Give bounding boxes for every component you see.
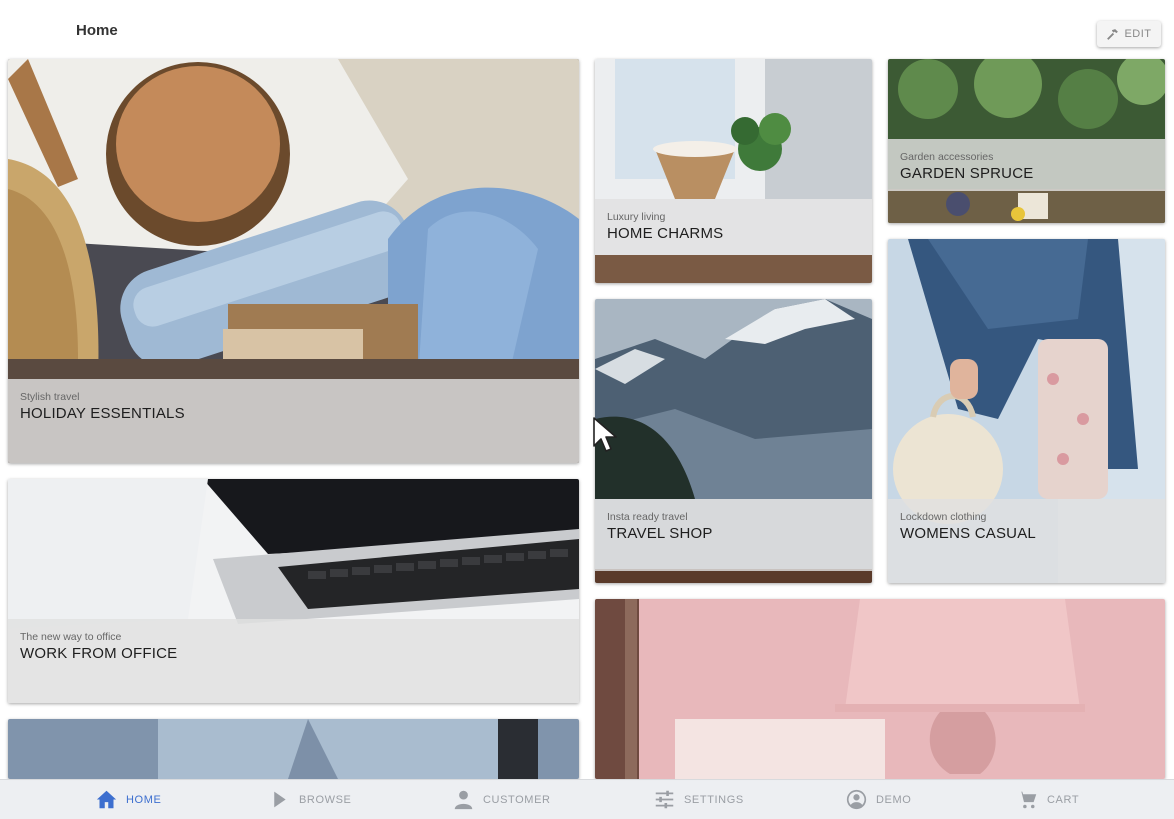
tile-work-from-office[interactable]: The new way to office WORK FROM OFFICE [8, 479, 579, 703]
play-icon [274, 791, 286, 808]
page-title: Home [76, 22, 118, 39]
tile-title: WORK FROM OFFICE [20, 645, 178, 662]
mouse-cursor-icon [593, 417, 617, 452]
tile-subtitle: Luxury living [607, 211, 666, 223]
tile-holiday-essentials[interactable]: Stylish travel HOLIDAY ESSENTIALS [8, 59, 579, 463]
tile-subtitle: The new way to office [20, 631, 122, 643]
nav-item-home[interactable]: HOME [96, 780, 161, 819]
nav-label: DEMO [876, 793, 912, 806]
home-icon [96, 790, 117, 809]
nav-item-demo[interactable]: DEMO [846, 780, 911, 819]
tile-subtitle: Garden accessories [900, 151, 994, 163]
sliders-icon [655, 790, 674, 809]
cart-icon [1017, 791, 1037, 809]
tile-caption: The new way to office WORK FROM OFFICE [8, 619, 579, 703]
tile-subtitle: Insta ready travel [607, 511, 688, 523]
edit-label: EDIT [1124, 28, 1152, 40]
nav-label: SETTINGS [684, 793, 744, 806]
tile-caption: Stylish travel HOLIDAY ESSENTIALS [8, 379, 579, 463]
nav-label: HOME [126, 793, 162, 806]
tile-title: WOMENS CASUAL [900, 525, 1036, 542]
tile-title: TRAVEL SHOP [607, 525, 713, 542]
edit-button[interactable]: EDIT [1097, 21, 1161, 47]
tile-subtitle: Lockdown clothing [900, 511, 987, 523]
tile-home-charms[interactable]: Luxury living HOME CHARMS [595, 59, 872, 283]
nav-item-settings[interactable]: SETTINGS [654, 780, 744, 819]
tile-garden-spruce[interactable]: Garden accessories GARDEN SPRUCE [888, 59, 1165, 223]
tile-title: HOME CHARMS [607, 225, 724, 242]
tile-title: HOLIDAY ESSENTIALS [20, 405, 185, 422]
nav-item-browse[interactable]: BROWSE [269, 780, 352, 819]
tile-subtitle: Stylish travel [20, 391, 80, 403]
tile-caption: Insta ready travel TRAVEL SHOP [595, 499, 872, 571]
shirt-image [8, 719, 579, 779]
tile-caption: Garden accessories GARDEN SPRUCE [888, 139, 1165, 191]
tile-lamp[interactable] [595, 599, 1165, 779]
nav-label: CART [1047, 793, 1080, 806]
nav-item-customer[interactable]: CUSTOMER [453, 780, 551, 819]
tile-shirt[interactable] [8, 719, 579, 779]
tile-caption: Luxury living HOME CHARMS [595, 199, 872, 255]
bottom-nav: HOME BROWSE CUSTOMER SETTINGS DEMO CART [0, 779, 1174, 819]
top-bar: Home EDIT [0, 0, 1174, 58]
nav-item-cart[interactable]: CART [1017, 780, 1079, 819]
account-circle-icon [846, 789, 867, 810]
tile-travel-shop[interactable]: Insta ready travel TRAVEL SHOP [595, 299, 872, 583]
hammer-icon [1107, 28, 1119, 40]
person-icon [454, 790, 473, 810]
nav-label: BROWSE [299, 793, 352, 806]
tile-title: GARDEN SPRUCE [900, 165, 1034, 182]
tile-womens-casual[interactable]: Lockdown clothing WOMENS CASUAL [888, 239, 1165, 583]
lamp-image [595, 599, 1165, 779]
tile-caption: Lockdown clothing WOMENS CASUAL [888, 499, 1165, 583]
nav-label: CUSTOMER [483, 793, 551, 806]
